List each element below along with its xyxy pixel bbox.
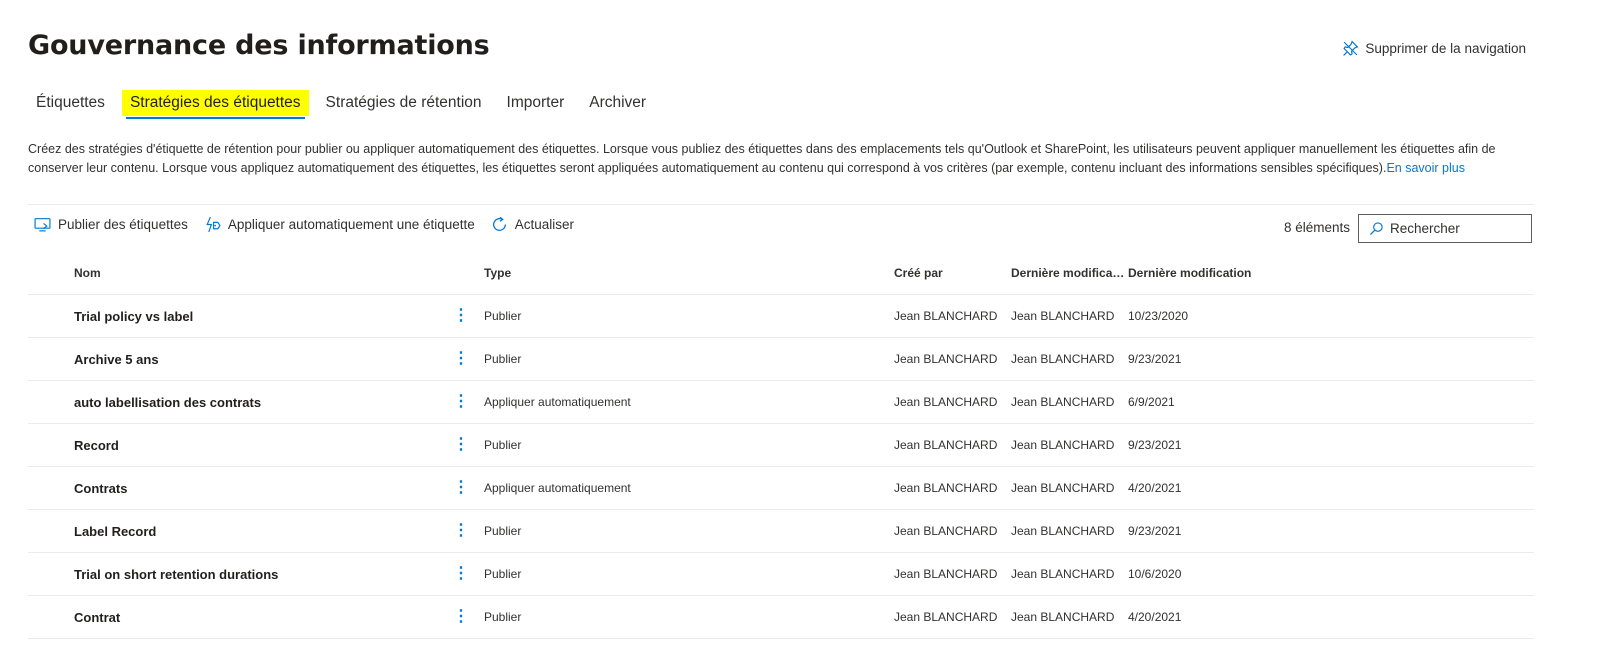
cell-modified-by: Jean BLANCHARD	[1011, 438, 1115, 452]
publish-icon	[34, 218, 51, 232]
table-row[interactable]: Contrats ⋮ Appliquer automatiquement Jea…	[28, 467, 1534, 510]
more-actions-icon[interactable]: ⋮	[438, 308, 484, 324]
learn-more-link[interactable]: En savoir plus	[1386, 161, 1465, 175]
cell-created-by: Jean BLANCHARD	[894, 610, 998, 624]
cell-modified-date: 6/9/2021	[1128, 395, 1175, 409]
search-icon	[1369, 222, 1383, 236]
tab-importer[interactable]: Importer	[499, 90, 573, 116]
search-input[interactable]	[1390, 221, 1520, 236]
more-actions-icon[interactable]: ⋮	[438, 566, 484, 582]
refresh-icon	[492, 216, 506, 231]
remove-nav-label: Supprimer de la navigation	[1365, 41, 1526, 56]
auto-apply-icon	[206, 216, 221, 233]
cell-created-by: Jean BLANCHARD	[894, 567, 998, 581]
column-header-modified-by[interactable]: Dernière modificati...	[1011, 266, 1128, 280]
cell-modified-date: 10/6/2020	[1128, 567, 1182, 581]
cell-name[interactable]: Trial on short retention durations	[28, 567, 438, 582]
tab-bar: Étiquettes Stratégies des étiquettes Str…	[28, 90, 663, 119]
cell-name[interactable]: auto labellisation des contrats	[28, 395, 438, 410]
table-row[interactable]: Trial policy vs label ⋮ Publier Jean BLA…	[28, 295, 1534, 338]
page-title: Gouvernance des informations	[28, 30, 490, 61]
more-actions-icon[interactable]: ⋮	[438, 437, 484, 453]
cell-name[interactable]: Archive 5 ans	[28, 352, 438, 367]
cell-type: Publier	[484, 438, 522, 452]
cell-name[interactable]: Trial policy vs label	[28, 309, 438, 324]
divider	[28, 204, 1534, 205]
table-header: Nom Type Créé par Dernière modificati...…	[28, 252, 1534, 295]
cell-modified-date: 9/23/2021	[1128, 524, 1182, 538]
cell-type: Publier	[484, 567, 522, 581]
publish-labels-button[interactable]: Publier des étiquettes	[34, 216, 188, 233]
search-box	[1358, 214, 1532, 243]
cell-name[interactable]: Contrats	[28, 481, 438, 496]
cell-modified-by: Jean BLANCHARD	[1011, 395, 1115, 409]
cell-created-by: Jean BLANCHARD	[894, 481, 998, 495]
table-row[interactable]: Record ⋮ Publier Jean BLANCHARD Jean BLA…	[28, 424, 1534, 467]
column-header-name[interactable]: Nom	[28, 266, 438, 280]
cell-name[interactable]: Record	[28, 438, 438, 453]
column-header-type[interactable]: Type	[484, 266, 894, 280]
tab-strategies-etiquettes[interactable]: Stratégies des étiquettes	[121, 90, 309, 119]
auto-apply-label: Appliquer automatiquement une étiquette	[227, 217, 475, 232]
cell-name[interactable]: Label Record	[28, 524, 438, 539]
policies-table: Nom Type Créé par Dernière modificati...…	[28, 252, 1534, 639]
publish-labels-label: Publier des étiquettes	[58, 217, 188, 232]
cell-modified-by: Jean BLANCHARD	[1011, 524, 1115, 538]
cell-modified-by: Jean BLANCHARD	[1011, 610, 1115, 624]
cell-modified-by: Jean BLANCHARD	[1011, 309, 1115, 323]
cell-name[interactable]: Contrat	[28, 610, 438, 625]
cell-modified-date: 9/23/2021	[1128, 352, 1182, 366]
cell-modified-date: 4/20/2021	[1128, 481, 1182, 495]
command-bar: Publier des étiquettes Appliquer automat…	[34, 216, 574, 233]
table-row[interactable]: auto labellisation des contrats ⋮ Appliq…	[28, 381, 1534, 424]
refresh-label: Actualiser	[514, 217, 575, 232]
cell-modified-date: 4/20/2021	[1128, 610, 1182, 624]
table-row[interactable]: Label Record ⋮ Publier Jean BLANCHARD Je…	[28, 510, 1534, 553]
refresh-button[interactable]: Actualiser	[491, 216, 574, 233]
unpin-icon	[1343, 40, 1359, 56]
description-text: Créez des stratégies d'étiquette de réte…	[28, 142, 1496, 175]
cell-created-by: Jean BLANCHARD	[894, 395, 998, 409]
column-header-modified-date[interactable]: Dernière modification	[1128, 266, 1278, 280]
item-count: 8 éléments	[1283, 220, 1350, 235]
tab-etiquettes[interactable]: Étiquettes	[28, 90, 113, 116]
cell-created-by: Jean BLANCHARD	[894, 524, 998, 538]
more-actions-icon[interactable]: ⋮	[438, 523, 484, 539]
cell-type: Appliquer automatiquement	[484, 481, 631, 495]
cell-type: Publier	[484, 610, 522, 624]
cell-type: Publier	[484, 309, 522, 323]
table-row[interactable]: Trial on short retention durations ⋮ Pub…	[28, 553, 1534, 596]
remove-from-navigation-button[interactable]: Supprimer de la navigation	[1342, 40, 1526, 57]
cell-created-by: Jean BLANCHARD	[894, 352, 998, 366]
page-description: Créez des stratégies d'étiquette de réte…	[28, 140, 1528, 177]
table-row[interactable]: Archive 5 ans ⋮ Publier Jean BLANCHARD J…	[28, 338, 1534, 381]
cell-type: Publier	[484, 524, 522, 538]
more-actions-icon[interactable]: ⋮	[438, 480, 484, 496]
cell-modified-by: Jean BLANCHARD	[1011, 352, 1115, 366]
cell-type: Publier	[484, 352, 522, 366]
table-row[interactable]: Contrat ⋮ Publier Jean BLANCHARD Jean BL…	[28, 596, 1534, 639]
cell-modified-date: 9/23/2021	[1128, 438, 1182, 452]
cell-modified-by: Jean BLANCHARD	[1011, 567, 1115, 581]
column-header-created-by[interactable]: Créé par	[894, 266, 1011, 280]
cell-modified-by: Jean BLANCHARD	[1011, 481, 1115, 495]
tab-strategies-retention[interactable]: Stratégies de rétention	[318, 90, 490, 116]
cell-type: Appliquer automatiquement	[484, 395, 631, 409]
cell-created-by: Jean BLANCHARD	[894, 309, 998, 323]
cell-created-by: Jean BLANCHARD	[894, 438, 998, 452]
more-actions-icon[interactable]: ⋮	[438, 394, 484, 410]
more-actions-icon[interactable]: ⋮	[438, 609, 484, 625]
tab-archiver[interactable]: Archiver	[581, 90, 654, 116]
cell-modified-date: 10/23/2020	[1128, 309, 1189, 323]
auto-apply-label-button[interactable]: Appliquer automatiquement une étiquette	[204, 216, 475, 233]
more-actions-icon[interactable]: ⋮	[438, 351, 484, 367]
